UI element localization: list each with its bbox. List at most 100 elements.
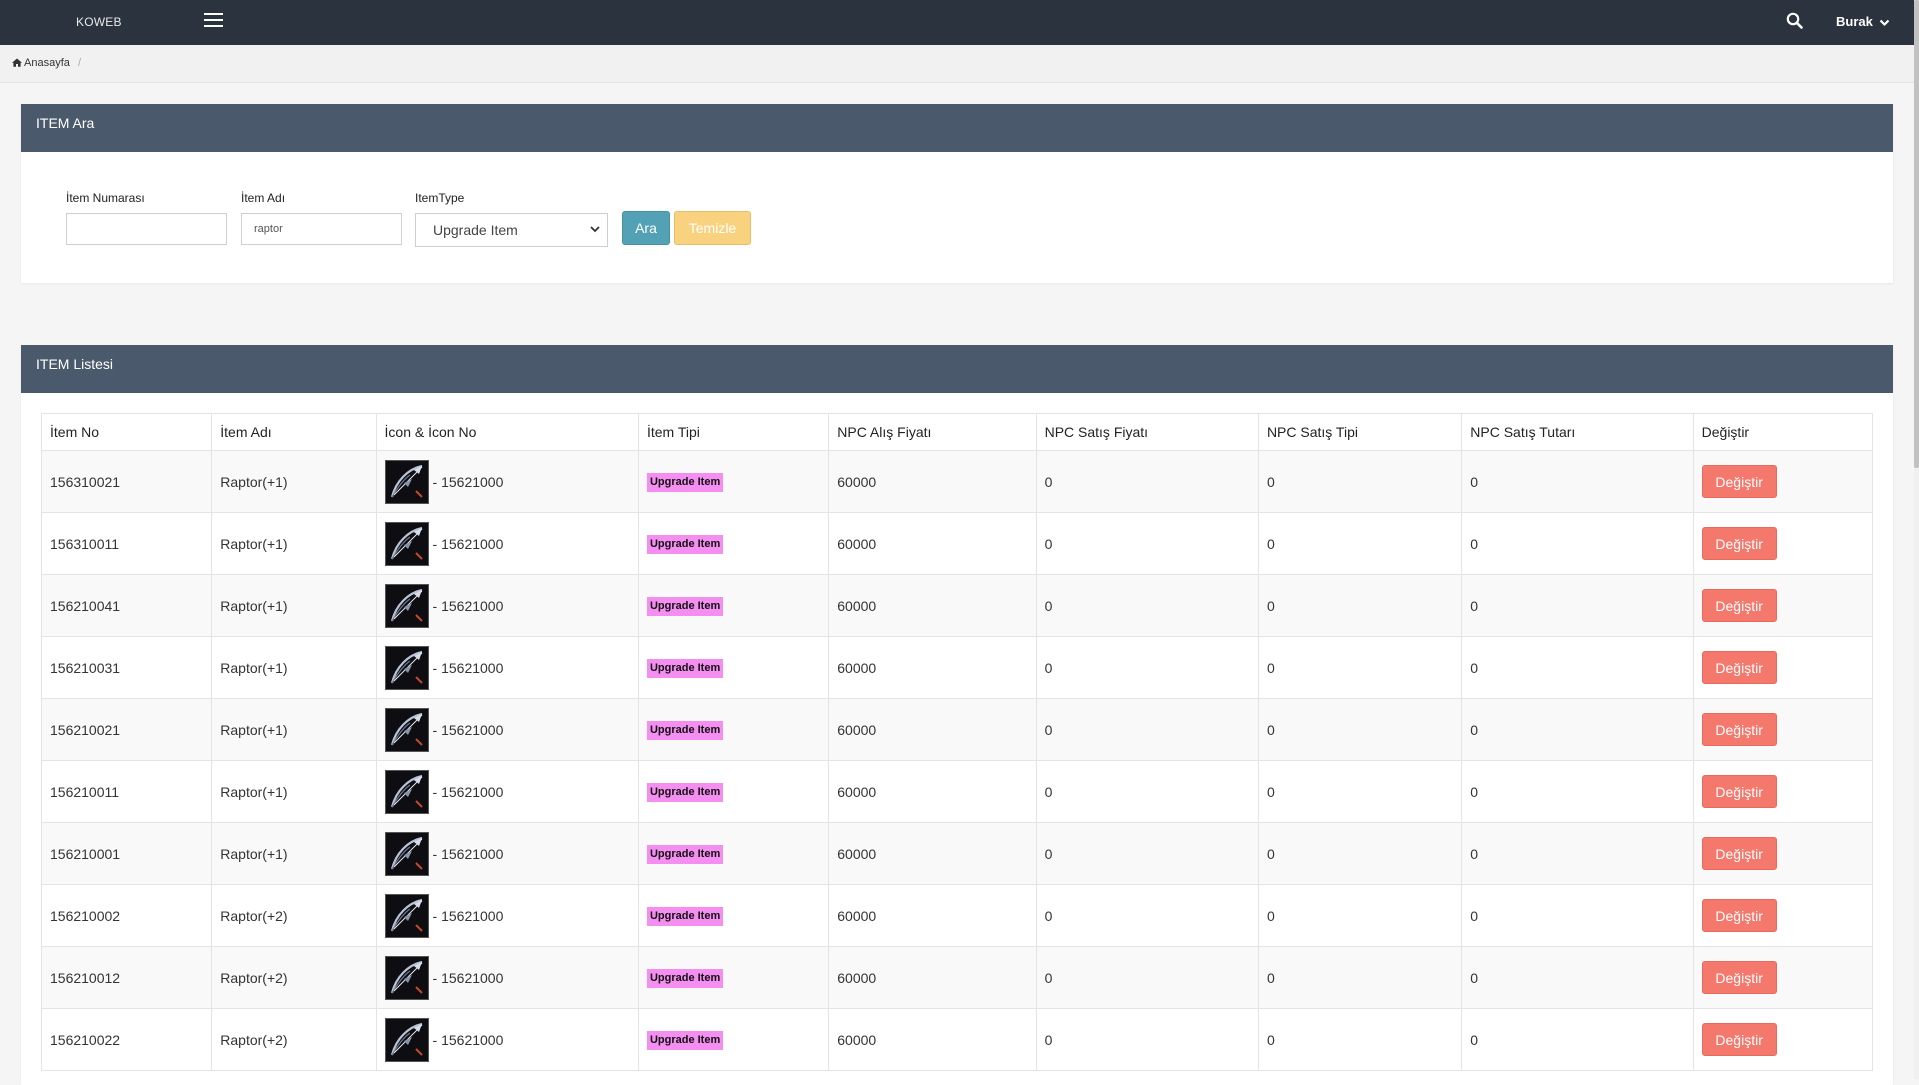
item-name-cell: Raptor(+1) (211, 636, 377, 699)
npc-sell-price-cell: 0 (1035, 574, 1259, 637)
breadcrumb: Anasayfa / (0, 45, 1914, 83)
edit-button[interactable]: Değiştir (1701, 465, 1777, 498)
npc-sell-type-cell: 0 (1257, 760, 1463, 823)
npc-sell-amount-cell: 0 (1461, 636, 1694, 699)
column-header-item-type[interactable]: İtem Tipi (637, 413, 830, 451)
edit-button[interactable]: Değiştir (1701, 775, 1777, 808)
npc-sell-type-cell: 0 (1257, 822, 1463, 885)
item-no-cell: 156210001 (40, 822, 213, 885)
edit-cell: Değiştir (1692, 574, 1874, 637)
npc-buy-price-cell: 60000 (828, 698, 1037, 761)
edit-button[interactable]: Değiştir (1701, 961, 1777, 994)
chevron-down-icon (590, 226, 600, 233)
icon-number: - 15621000 (432, 473, 504, 490)
clear-button[interactable]: Temizle (674, 211, 751, 245)
user-menu[interactable]: Burak (1836, 14, 1890, 29)
npc-sell-type-cell: 0 (1257, 946, 1463, 1009)
item-type-badge: Upgrade Item (646, 844, 724, 864)
npc-sell-amount-cell: 0 (1461, 450, 1694, 513)
edit-button[interactable]: Değiştir (1701, 589, 1777, 622)
item-type-selected: Upgrade Item (433, 222, 518, 238)
icon-cell: - 15621000 (375, 512, 639, 575)
column-header-item-name[interactable]: İtem Adı (211, 413, 377, 451)
item-no-cell: 156210031 (40, 636, 213, 699)
brand-logo[interactable]: KOWEB (76, 15, 122, 29)
breadcrumb-home[interactable]: Anasayfa (12, 57, 70, 69)
icon-number: - 15621000 (432, 969, 504, 986)
item-type-badge: Upgrade Item (646, 968, 724, 988)
npc-buy-price-cell: 60000 (828, 574, 1037, 637)
column-header-npc-sell-type[interactable]: NPC Satış Tipi (1257, 413, 1463, 451)
edit-cell: Değiştir (1692, 822, 1874, 885)
npc-sell-type-cell: 0 (1257, 1008, 1463, 1071)
bow-item-icon (384, 769, 429, 814)
column-header-npc-sell-price[interactable]: NPC Satış Fiyatı (1035, 413, 1259, 451)
npc-sell-price-cell: 0 (1035, 512, 1259, 575)
item-no-cell: 156210012 (40, 946, 213, 1009)
table-row: 156310011 Raptor(+1) - 15621000 Upgrade … (40, 512, 1874, 575)
item-type-cell: Upgrade Item (637, 760, 830, 823)
npc-buy-price-cell: 60000 (828, 946, 1037, 1009)
item-no-cell: 156310011 (40, 512, 213, 575)
item-type-select[interactable]: Upgrade Item (415, 213, 608, 247)
npc-sell-price-cell: 0 (1035, 884, 1259, 947)
list-panel-title: ITEM Listesi (21, 345, 1893, 393)
item-type-badge: Upgrade Item (646, 472, 724, 492)
home-icon (12, 58, 22, 67)
edit-button[interactable]: Değiştir (1701, 713, 1777, 746)
page-scrollbar[interactable] (1914, 0, 1919, 1079)
column-header-item-no[interactable]: İtem No (40, 413, 213, 451)
scrollbar-thumb[interactable] (1914, 0, 1919, 468)
icon-number: - 15621000 (432, 783, 504, 800)
item-name-input[interactable] (241, 213, 402, 245)
edit-button[interactable]: Değiştir (1701, 837, 1777, 870)
edit-cell: Değiştir (1692, 698, 1874, 761)
npc-sell-amount-cell: 0 (1461, 512, 1694, 575)
column-header-icon[interactable]: İcon & İcon No (375, 413, 639, 451)
item-type-badge: Upgrade Item (646, 1030, 724, 1050)
bow-item-icon (384, 459, 429, 504)
npc-buy-price-cell: 60000 (828, 512, 1037, 575)
hamburger-icon[interactable] (204, 13, 223, 30)
icon-cell: - 15621000 (375, 946, 639, 1009)
npc-sell-amount-cell: 0 (1461, 822, 1694, 885)
item-type-badge: Upgrade Item (646, 534, 724, 554)
table-row: 156310021 Raptor(+1) - 15621000 Upgrade … (40, 450, 1874, 513)
item-type-cell: Upgrade Item (637, 884, 830, 947)
edit-button[interactable]: Değiştir (1701, 527, 1777, 560)
bow-item-icon (384, 831, 429, 876)
npc-buy-price-cell: 60000 (828, 822, 1037, 885)
npc-buy-price-cell: 60000 (828, 1008, 1037, 1071)
item-type-badge: Upgrade Item (646, 720, 724, 740)
search-button[interactable]: Ara (622, 211, 670, 245)
table-row: 156210022 Raptor(+2) - 15621000 Upgrade … (40, 1008, 1874, 1071)
edit-button[interactable]: Değiştir (1701, 651, 1777, 684)
npc-sell-price-cell: 0 (1035, 946, 1259, 1009)
edit-button[interactable]: Değiştir (1701, 1023, 1777, 1056)
table-row: 156210011 Raptor(+1) - 15621000 Upgrade … (40, 760, 1874, 823)
item-type-badge: Upgrade Item (646, 782, 724, 802)
npc-buy-price-cell: 60000 (828, 884, 1037, 947)
item-type-cell: Upgrade Item (637, 1008, 830, 1071)
item-type-cell: Upgrade Item (637, 450, 830, 513)
column-header-edit: Değiştir (1692, 413, 1874, 451)
column-header-npc-sell-amount[interactable]: NPC Satış Tutarı (1461, 413, 1694, 451)
npc-sell-price-cell: 0 (1035, 636, 1259, 699)
bow-item-icon (384, 893, 429, 938)
column-header-npc-buy-price[interactable]: NPC Alış Fiyatı (828, 413, 1037, 451)
search-icon[interactable] (1786, 12, 1806, 32)
item-type-cell: Upgrade Item (637, 822, 830, 885)
user-name: Burak (1836, 14, 1873, 29)
npc-sell-price-cell: 0 (1035, 822, 1259, 885)
icon-number: - 15621000 (432, 907, 504, 924)
edit-button[interactable]: Değiştir (1701, 899, 1777, 932)
edit-cell: Değiştir (1692, 512, 1874, 575)
item-table: İtem No İtem Adı İcon & İcon No İtem Tip… (40, 413, 1874, 1071)
edit-cell: Değiştir (1692, 1008, 1874, 1071)
item-number-input[interactable] (66, 213, 227, 245)
item-type-badge: Upgrade Item (646, 906, 724, 926)
table-row: 156210012 Raptor(+2) - 15621000 Upgrade … (40, 946, 1874, 1009)
breadcrumb-home-label: Anasayfa (24, 57, 70, 69)
bow-item-icon (384, 955, 429, 1000)
item-type-cell: Upgrade Item (637, 636, 830, 699)
